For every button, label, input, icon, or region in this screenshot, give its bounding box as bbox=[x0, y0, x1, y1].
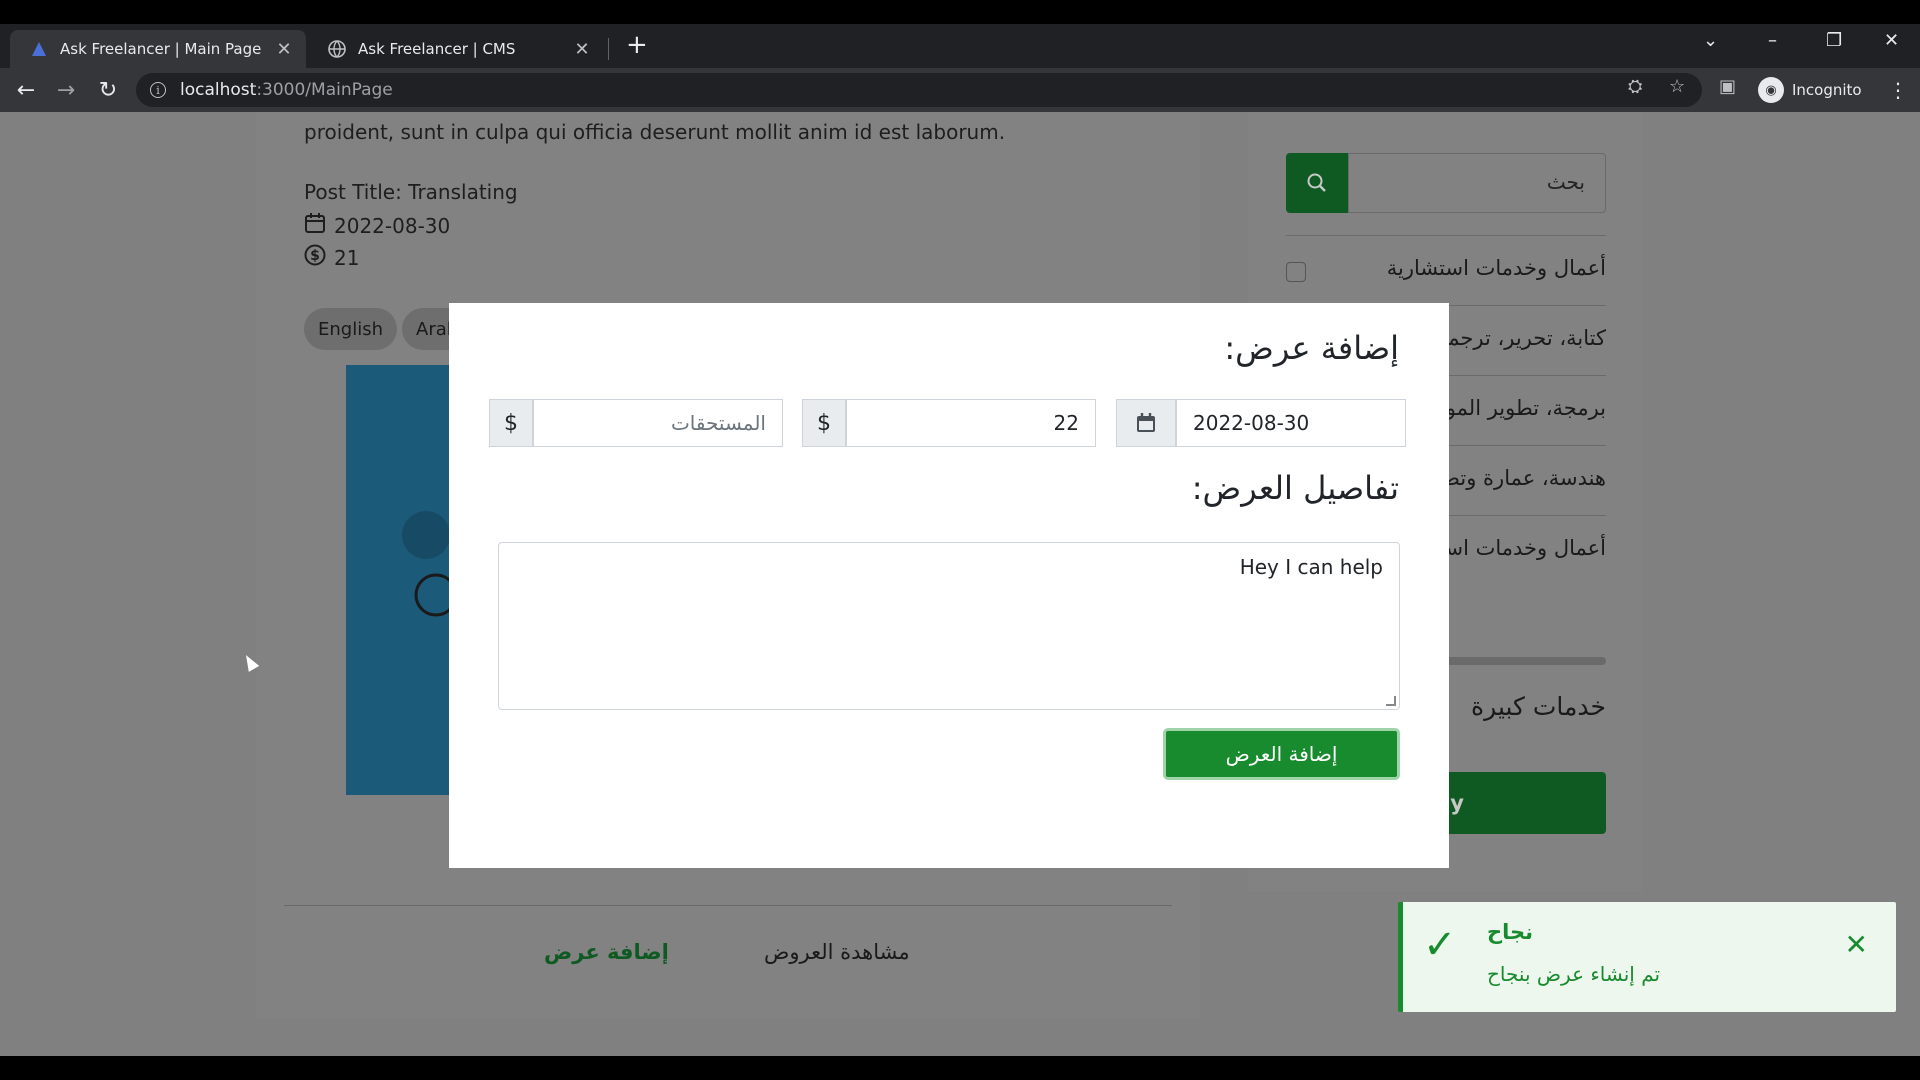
browser-chrome: Ask Freelancer | Main Page ✕ Ask Freelan… bbox=[0, 0, 1920, 112]
tab-title: Ask Freelancer | CMS bbox=[358, 40, 516, 58]
svg-text:$: $ bbox=[310, 248, 320, 264]
new-tab-button[interactable]: + bbox=[626, 30, 648, 60]
post-price: 21 bbox=[334, 245, 360, 270]
category-item[interactable]: أعمال وخدمات استشارية bbox=[1286, 235, 1606, 305]
reload-button[interactable]: ↻ bbox=[94, 76, 122, 104]
bookmark-star-icon[interactable]: ☆ bbox=[1669, 76, 1685, 97]
search-input[interactable]: بحث bbox=[1348, 153, 1606, 213]
tab-search-icon[interactable]: ⌄ bbox=[1703, 30, 1718, 51]
amount-input-group: $ 22 bbox=[802, 399, 1096, 447]
submit-offer-button[interactable]: إضافة العرض bbox=[1163, 728, 1400, 780]
url-host: localhost bbox=[180, 80, 257, 100]
add-offer-modal: إضافة عرض: $ المستحقات $ 22 2022-08-30 ت… bbox=[449, 303, 1449, 868]
dollar-circle-icon: $ bbox=[304, 244, 326, 271]
calendar-icon bbox=[304, 212, 326, 239]
forward-button[interactable]: → bbox=[52, 76, 80, 104]
back-button[interactable]: ← bbox=[12, 76, 40, 104]
close-window-button[interactable]: ✕ bbox=[1884, 30, 1899, 51]
check-icon: ✓ bbox=[1423, 922, 1457, 968]
category-label: أعمال وخدمات استشارية bbox=[1386, 256, 1606, 280]
dues-input[interactable]: المستحقات bbox=[533, 399, 783, 447]
date-input-group: 2022-08-30 bbox=[1116, 399, 1406, 447]
post-body: proident, sunt in culpa qui officia dese… bbox=[304, 120, 1006, 144]
post-date: 2022-08-30 bbox=[334, 213, 451, 238]
incognito-icon: ◉ bbox=[1758, 77, 1784, 103]
side-panel-icon[interactable]: ▣ bbox=[1719, 76, 1736, 97]
date-input[interactable]: 2022-08-30 bbox=[1176, 399, 1406, 447]
close-tab-icon[interactable]: ✕ bbox=[274, 39, 294, 60]
tab-main-page[interactable]: Ask Freelancer | Main Page ✕ bbox=[10, 30, 306, 68]
search-icon bbox=[1307, 173, 1326, 192]
address-bar[interactable]: i localhost:3000/MainPage bbox=[136, 73, 1702, 107]
category-checkbox[interactable] bbox=[1286, 262, 1306, 282]
site-favicon-icon bbox=[30, 40, 48, 58]
dues-input-group: $ المستحقات bbox=[489, 399, 783, 447]
restore-button[interactable]: ❐ bbox=[1826, 30, 1842, 51]
offer-details-textarea[interactable]: Hey I can help bbox=[498, 542, 1400, 710]
toast-message: تم إنشاء عرض بنجاح bbox=[1487, 962, 1661, 986]
translate-icon[interactable]: ⛭ bbox=[1628, 76, 1642, 97]
search-button[interactable] bbox=[1286, 153, 1348, 213]
add-offer-link[interactable]: إضافة عرض bbox=[544, 940, 669, 964]
url-path: :3000/MainPage bbox=[256, 80, 393, 100]
offer-details-value: Hey I can help bbox=[1239, 555, 1383, 579]
offer-details-heading: تفاصيل العرض: bbox=[1191, 469, 1399, 507]
dollar-icon: $ bbox=[802, 399, 846, 447]
view-offers-link[interactable]: مشاهدة العروض bbox=[764, 940, 910, 964]
toast-title: نجاح bbox=[1487, 920, 1534, 944]
modal-title: إضافة عرض: bbox=[1224, 329, 1399, 367]
tab-strip: Ask Freelancer | Main Page ✕ Ask Freelan… bbox=[0, 24, 1920, 68]
close-tab-icon[interactable]: ✕ bbox=[572, 39, 592, 60]
search-group: بحث bbox=[1286, 153, 1606, 213]
incognito-indicator[interactable]: ◉ Incognito bbox=[1758, 74, 1862, 106]
minimize-button[interactable]: – bbox=[1768, 30, 1777, 51]
dollar-icon: $ bbox=[489, 399, 533, 447]
post-title: Post Title: Translating bbox=[304, 180, 518, 204]
tab-cms[interactable]: Ask Freelancer | CMS ✕ bbox=[308, 30, 604, 68]
toolbar: ← → ↻ i localhost:3000/MainPage ⛭ ☆ ▣ ◉ … bbox=[0, 68, 1920, 112]
globe-icon bbox=[328, 40, 346, 58]
amount-input[interactable]: 22 bbox=[846, 399, 1096, 447]
menu-icon[interactable]: ⋮ bbox=[1888, 78, 1908, 102]
calendar-icon[interactable] bbox=[1116, 399, 1176, 447]
close-toast-icon[interactable]: ✕ bbox=[1845, 928, 1868, 961]
resize-handle-icon[interactable] bbox=[1386, 696, 1396, 706]
success-toast: ✓ نجاح تم إنشاء عرض بنجاح ✕ bbox=[1398, 902, 1896, 1012]
site-info-icon[interactable]: i bbox=[150, 82, 166, 98]
tab-title: Ask Freelancer | Main Page bbox=[60, 40, 262, 58]
tag-chip[interactable]: English bbox=[304, 308, 397, 350]
incognito-label: Incognito bbox=[1792, 81, 1862, 99]
